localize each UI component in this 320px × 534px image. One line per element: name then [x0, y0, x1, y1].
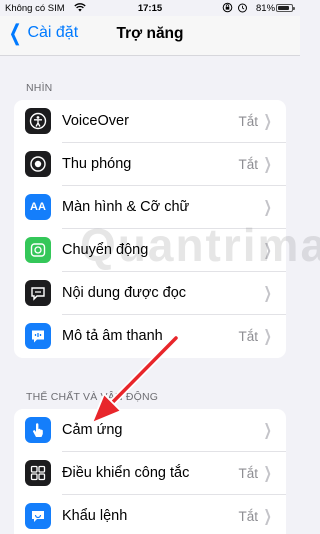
row-label: Màn hình & Cỡ chữ: [62, 199, 190, 215]
row-touch[interactable]: Cảm ứng ❯: [14, 409, 286, 452]
chevron-right-icon: ❯: [263, 328, 272, 345]
row-value: Tắt: [238, 157, 258, 172]
chevron-right-icon: ❯: [263, 465, 272, 482]
text-size-icon: AA: [25, 194, 51, 220]
row-value: Tắt: [238, 329, 258, 344]
row-label: Mô tả âm thanh: [62, 328, 163, 344]
row-label: Thu phóng: [62, 156, 132, 172]
touch-icon: [25, 417, 51, 443]
alarm-icon: [237, 2, 248, 16]
chevron-right-icon: ❯: [263, 285, 272, 302]
zoom-icon: [25, 151, 51, 177]
row-spoken-content[interactable]: Nội dung được đọc ❯: [14, 272, 286, 315]
switch-control-icon: [25, 460, 51, 486]
row-voiceover[interactable]: VoiceOver Tắt ❯: [14, 100, 286, 143]
voiceover-icon: [25, 108, 51, 134]
clock: 17:15: [137, 3, 163, 14]
row-label: Điều khiển công tắc: [62, 465, 190, 481]
orientation-lock-icon: [222, 2, 233, 16]
chevron-right-icon: ❯: [263, 156, 272, 173]
motion-icon: [25, 237, 51, 263]
section-header-vision: NHÌN: [26, 82, 53, 94]
battery-percent: 81%: [256, 3, 276, 14]
section-header-physical-motor: THỂ CHẤT VÀ VẬN ĐỘNG: [26, 391, 159, 403]
row-audio-descriptions[interactable]: Mô tả âm thanh Tắt ❯: [14, 315, 286, 358]
status-bar: Không có SIM 17:15 81%: [0, 0, 300, 16]
row-voice-control[interactable]: Khẩu lệnh Tắt ❯: [14, 495, 286, 534]
row-motion[interactable]: Chuyển động ❯: [14, 229, 286, 272]
row-value: Tắt: [238, 509, 258, 524]
chevron-right-icon: ❯: [263, 422, 272, 439]
voice-control-icon: [25, 503, 51, 529]
row-zoom[interactable]: Thu phóng Tắt ❯: [14, 143, 286, 186]
chevron-right-icon: ❯: [263, 242, 272, 259]
row-label: Chuyển động: [62, 242, 149, 258]
row-label: Nội dung được đọc: [62, 285, 187, 301]
row-label: Khẩu lệnh: [62, 508, 128, 524]
chevron-right-icon: ❯: [263, 199, 272, 216]
audio-description-icon: [25, 323, 51, 349]
row-value: Tắt: [238, 114, 258, 129]
row-display-text-size[interactable]: AA Màn hình & Cỡ chữ ❯: [14, 186, 286, 229]
chevron-right-icon: ❯: [263, 113, 272, 130]
chevron-right-icon: ❯: [263, 508, 272, 525]
navigation-bar: ❮ Cài đặt Trợ năng: [0, 16, 300, 56]
page-title: Trợ năng: [116, 25, 184, 42]
row-value: Tắt: [238, 466, 258, 481]
row-label: VoiceOver: [62, 113, 129, 129]
spoken-content-icon: [25, 280, 51, 306]
row-label: Cảm ứng: [62, 422, 123, 438]
battery-icon: [276, 4, 295, 12]
settings-group-physical-motor: Cảm ứng ❯ Điều khiển công tắc Tắt ❯ Khẩu…: [14, 409, 286, 534]
row-switch-control[interactable]: Điều khiển công tắc Tắt ❯: [14, 452, 286, 495]
settings-group-vision: VoiceOver Tắt ❯ Thu phóng Tắt ❯ AA Màn h…: [14, 100, 286, 358]
